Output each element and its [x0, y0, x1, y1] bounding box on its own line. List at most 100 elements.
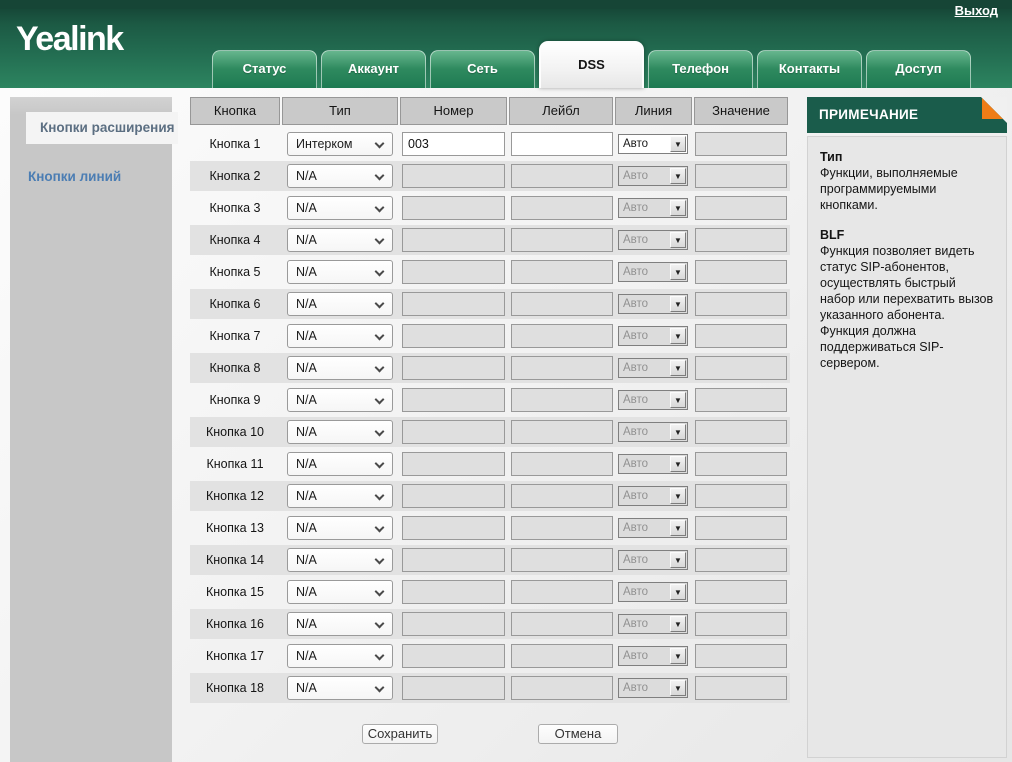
type-select[interactable]: N/A: [287, 324, 393, 348]
label-input: [511, 612, 613, 636]
save-button[interactable]: Сохранить: [362, 724, 438, 744]
type-select[interactable]: N/A: [287, 484, 393, 508]
chevron-down-icon: [374, 458, 385, 469]
key-row-label: Кнопка 16: [206, 617, 264, 631]
number-input: [402, 260, 505, 284]
tab-статус[interactable]: Статус: [212, 50, 317, 88]
line-select-value: Авто: [623, 138, 649, 150]
key-row-label: Кнопка 10: [206, 425, 264, 439]
type-select[interactable]: N/A: [287, 612, 393, 636]
type-select[interactable]: N/A: [287, 228, 393, 252]
number-input: [402, 580, 505, 604]
note-section-heading: BLF: [820, 228, 845, 242]
line-select-value: Авто: [623, 170, 649, 182]
value-input: [695, 420, 787, 444]
number-input: [402, 548, 505, 572]
type-select[interactable]: N/A: [287, 292, 393, 316]
chevron-down-icon: [374, 362, 385, 373]
line-select: Авто ▼: [618, 646, 688, 666]
table-row: Кнопка 3 N/A Авто ▼: [190, 193, 790, 223]
dropdown-arrow-icon: ▼: [670, 552, 686, 568]
table-row: Кнопка 18 N/A Авто ▼: [190, 673, 790, 703]
type-select[interactable]: N/A: [287, 548, 393, 572]
type-select-value: N/A: [296, 169, 317, 183]
type-select-value: N/A: [296, 553, 317, 567]
tab-dss[interactable]: DSS: [539, 41, 644, 88]
dropdown-arrow-icon: ▼: [670, 264, 686, 280]
value-input: [695, 548, 787, 572]
dropdown-arrow-icon: ▼: [670, 680, 686, 696]
line-select-value: Авто: [623, 298, 649, 310]
dropdown-arrow-icon: ▼: [670, 328, 686, 344]
chevron-down-icon: [374, 426, 385, 437]
type-select[interactable]: N/A: [287, 356, 393, 380]
number-input: [402, 356, 505, 380]
label-input: [511, 484, 613, 508]
type-select-value: N/A: [296, 265, 317, 279]
type-select[interactable]: N/A: [287, 676, 393, 700]
line-select: Авто ▼: [618, 678, 688, 698]
logout-link[interactable]: Выход: [955, 3, 998, 18]
number-input[interactable]: [402, 132, 505, 156]
line-select[interactable]: Авто ▼: [618, 134, 688, 154]
note-section-text: Функция позволяет видеть статус SIP-абон…: [820, 244, 994, 370]
dropdown-arrow-icon: ▼: [670, 392, 686, 408]
dropdown-arrow-icon: ▼: [670, 424, 686, 440]
type-select[interactable]: N/A: [287, 420, 393, 444]
sidebar-item-expansion-keys[interactable]: Кнопки расширения: [26, 112, 178, 145]
tab-аккаунт[interactable]: Аккаунт: [321, 50, 426, 88]
chevron-down-icon: [374, 234, 385, 245]
note-panel-title: ПРИМЕЧАНИЕ: [807, 97, 1007, 133]
value-input: [695, 356, 787, 380]
label-input: [511, 228, 613, 252]
type-select[interactable]: Интерком: [287, 132, 393, 156]
label-input[interactable]: [511, 132, 613, 156]
line-select: Авто ▼: [618, 294, 688, 314]
tab-телефон[interactable]: Телефон: [648, 50, 753, 88]
note-title-text: ПРИМЕЧАНИЕ: [819, 107, 919, 122]
type-select[interactable]: N/A: [287, 644, 393, 668]
chevron-down-icon: [374, 394, 385, 405]
table-row: Кнопка 16 N/A Авто ▼: [190, 609, 790, 639]
tab-сеть[interactable]: Сеть: [430, 50, 535, 88]
cancel-button[interactable]: Отмена: [538, 724, 618, 744]
note-section-text: Функции, выполняемые программируемыми кн…: [820, 166, 958, 212]
value-input: [695, 452, 787, 476]
type-select[interactable]: N/A: [287, 580, 393, 604]
type-select-value: N/A: [296, 521, 317, 535]
type-select[interactable]: N/A: [287, 260, 393, 284]
chevron-down-icon: [374, 266, 385, 277]
type-select-value: N/A: [296, 393, 317, 407]
type-select[interactable]: N/A: [287, 452, 393, 476]
key-row-label: Кнопка 12: [206, 489, 264, 503]
line-select-value: Авто: [623, 490, 649, 502]
number-input: [402, 292, 505, 316]
dropdown-arrow-icon: ▼: [670, 136, 686, 152]
type-select[interactable]: N/A: [287, 164, 393, 188]
type-select[interactable]: N/A: [287, 388, 393, 412]
type-select-value: N/A: [296, 425, 317, 439]
value-input: [695, 228, 787, 252]
note-section-heading: Тип: [820, 150, 843, 164]
number-input: [402, 420, 505, 444]
tab-доступ[interactable]: Доступ: [866, 50, 971, 88]
sidebar-item-line-keys[interactable]: Кнопки линий: [28, 169, 168, 184]
type-select[interactable]: N/A: [287, 516, 393, 540]
label-input: [511, 292, 613, 316]
table-row: Кнопка 14 N/A Авто ▼: [190, 545, 790, 575]
line-select: Авто ▼: [618, 518, 688, 538]
line-select-value: Авто: [623, 458, 649, 470]
line-select-value: Авто: [623, 394, 649, 406]
key-row-label: Кнопка 18: [206, 681, 264, 695]
type-select[interactable]: N/A: [287, 196, 393, 220]
line-select-value: Авто: [623, 202, 649, 214]
chevron-down-icon: [374, 490, 385, 501]
table-row: Кнопка 2 N/A Авто ▼: [190, 161, 790, 191]
tab-контакты[interactable]: Контакты: [757, 50, 862, 88]
value-input: [695, 260, 787, 284]
number-input: [402, 452, 505, 476]
header-top-strip: [0, 0, 1012, 9]
value-input: [695, 196, 787, 220]
key-row-label: Кнопка 17: [206, 649, 264, 663]
chevron-down-icon: [374, 138, 385, 149]
